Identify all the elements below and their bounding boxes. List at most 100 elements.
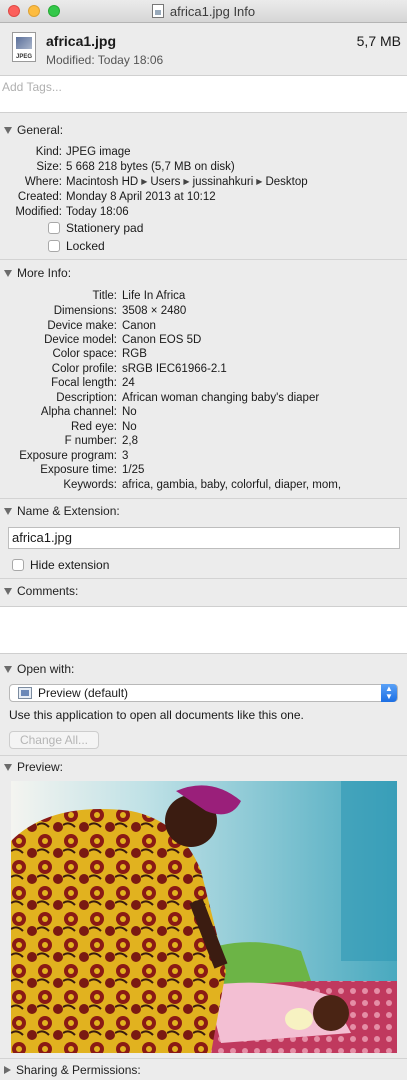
row-value: 1/25: [122, 464, 145, 476]
row-value: JPEG image: [66, 146, 131, 158]
open-with-select[interactable]: Preview (default) ▲ ▼: [9, 684, 398, 702]
preview-header-label: Preview:: [17, 760, 64, 774]
row-value: africa, gambia, baby, colorful, diaper, …: [122, 479, 342, 491]
row-key: Color space:: [52, 348, 117, 360]
more-info-row: Color space: RGB: [0, 347, 407, 362]
more-info-row: Dimensions: 3508 × 2480: [0, 304, 407, 319]
divider: [0, 259, 407, 260]
general-row: Where: Macintosh HD ▶ Users ▶ jussinahkuri ▶ D…: [0, 175, 407, 190]
jpeg-file-icon: JPEG: [12, 32, 36, 62]
divider: [0, 498, 407, 499]
open-with-note: Use this application to open all documen…: [9, 708, 304, 722]
path-chevron-icon: ▶: [256, 177, 263, 186]
more-info-row: Alpha channel: No: [0, 405, 407, 420]
title-bar: africa1.jpg Info: [0, 0, 407, 23]
stationery-pad-label: Stationery pad: [66, 221, 144, 235]
preview-section-header[interactable]: Preview:: [4, 759, 63, 775]
where-path: Macintosh HD ▶ Users ▶ jussinahkuri ▶ Desktop: [66, 175, 308, 190]
hide-extension-checkbox-row[interactable]: Hide extension: [12, 557, 109, 573]
row-key: Alpha channel:: [40, 406, 117, 418]
add-tags-input[interactable]: [2, 80, 392, 94]
more-info-row: Color profile: sRGB IEC61966-2.1: [0, 362, 407, 377]
file-name: africa1.jpg: [46, 33, 117, 49]
row-key: Dimensions:: [53, 305, 117, 317]
window-title: africa1.jpg Info: [169, 3, 256, 19]
hide-extension-checkbox[interactable]: [12, 559, 24, 571]
disclosure-triangle-icon: [4, 763, 12, 771]
more-info-header-label: More Info:: [17, 266, 72, 280]
row-key: Device model:: [44, 334, 117, 346]
open-with-header-label: Open with:: [17, 662, 75, 676]
more-info-row: Red eye: No: [0, 420, 407, 435]
row-key: Size:: [36, 161, 62, 173]
name-extension-section-header[interactable]: Name & Extension:: [4, 503, 120, 519]
comments-textarea[interactable]: [0, 606, 407, 654]
row-key: F number:: [64, 435, 117, 447]
zoom-button[interactable]: [48, 5, 60, 17]
preview-app-icon: [18, 687, 32, 699]
general-row: Created: Monday 8 April 2013 at 10:12: [0, 190, 407, 205]
stationery-pad-checkbox-row[interactable]: Stationery pad: [48, 220, 143, 236]
preview-photo: [11, 781, 397, 1053]
row-key: Where:: [24, 176, 62, 188]
path-segment: Desktop: [265, 176, 308, 188]
more-info-row: Device make: Canon: [0, 319, 407, 334]
name-field[interactable]: africa1.jpg: [8, 527, 400, 549]
row-key: Color profile:: [51, 363, 117, 375]
preview-image: [11, 781, 397, 1053]
locked-checkbox-row[interactable]: Locked: [48, 238, 105, 254]
more-info-section-header[interactable]: More Info:: [4, 265, 71, 281]
general-row: Kind: JPEG image: [0, 145, 407, 160]
row-value: 5 668 218 bytes (5,7 MB on disk): [66, 161, 235, 173]
comments-header-label: Comments:: [17, 584, 79, 598]
sharing-permissions-section-header[interactable]: Sharing & Permissions:: [4, 1062, 141, 1078]
comments-section-header[interactable]: Comments:: [4, 583, 78, 599]
file-icon-label: JPEG: [15, 54, 32, 60]
stationery-pad-checkbox[interactable]: [48, 222, 60, 234]
row-value: Life In Africa: [122, 290, 186, 302]
row-value: 24: [122, 377, 135, 389]
change-all-button[interactable]: Change All...: [9, 731, 99, 749]
path-chevron-icon: ▶: [183, 177, 190, 186]
general-section-header[interactable]: General:: [4, 122, 63, 138]
disclosure-triangle-icon: [4, 1066, 11, 1074]
row-value: No: [122, 421, 137, 433]
row-key: Title:: [92, 290, 118, 302]
path-segment: Macintosh HD: [66, 176, 139, 188]
window-controls: [8, 5, 60, 17]
general-row: Modified: Today 18:06: [0, 205, 407, 220]
row-value: No: [122, 406, 137, 418]
close-button[interactable]: [8, 5, 20, 17]
more-info-row: Title: Life In Africa: [0, 289, 407, 304]
row-key: Exposure time:: [40, 464, 117, 476]
divider: [0, 755, 407, 756]
document-icon: [151, 4, 164, 18]
more-info-row: Exposure time: 1/25: [0, 463, 407, 478]
disclosure-triangle-icon: [4, 665, 12, 673]
row-value: Canon: [122, 320, 156, 332]
row-key: Exposure program:: [19, 450, 117, 462]
row-value: Today 18:06: [66, 206, 129, 218]
minimize-button[interactable]: [28, 5, 40, 17]
locked-checkbox[interactable]: [48, 240, 60, 252]
disclosure-triangle-icon: [4, 126, 12, 134]
select-arrows-icon: ▲ ▼: [381, 684, 397, 702]
row-value: 2,8: [122, 435, 138, 447]
row-value: Monday 8 April 2013 at 10:12: [66, 191, 216, 203]
sharing-strip: Sharing & Permissions:: [0, 1058, 407, 1080]
general-header-label: General:: [17, 123, 64, 137]
row-value: African woman changing baby's diaper: [122, 392, 320, 404]
open-with-section-header[interactable]: Open with:: [4, 661, 74, 677]
more-info-row: F number: 2,8: [0, 434, 407, 449]
disclosure-triangle-icon: [4, 269, 12, 277]
path-segment: jussinahkuri: [192, 176, 254, 188]
disclosure-triangle-icon: [4, 507, 12, 515]
name-extension-header-label: Name & Extension:: [17, 504, 120, 518]
more-info-row: Exposure program: 3: [0, 449, 407, 464]
path-chevron-icon: ▶: [141, 177, 148, 186]
divider: [0, 578, 407, 579]
general-row: Size: 5 668 218 bytes (5,7 MB on disk): [0, 160, 407, 175]
path-segment: Users: [150, 176, 181, 188]
hide-extension-label: Hide extension: [30, 558, 110, 572]
tags-area: [0, 75, 407, 113]
